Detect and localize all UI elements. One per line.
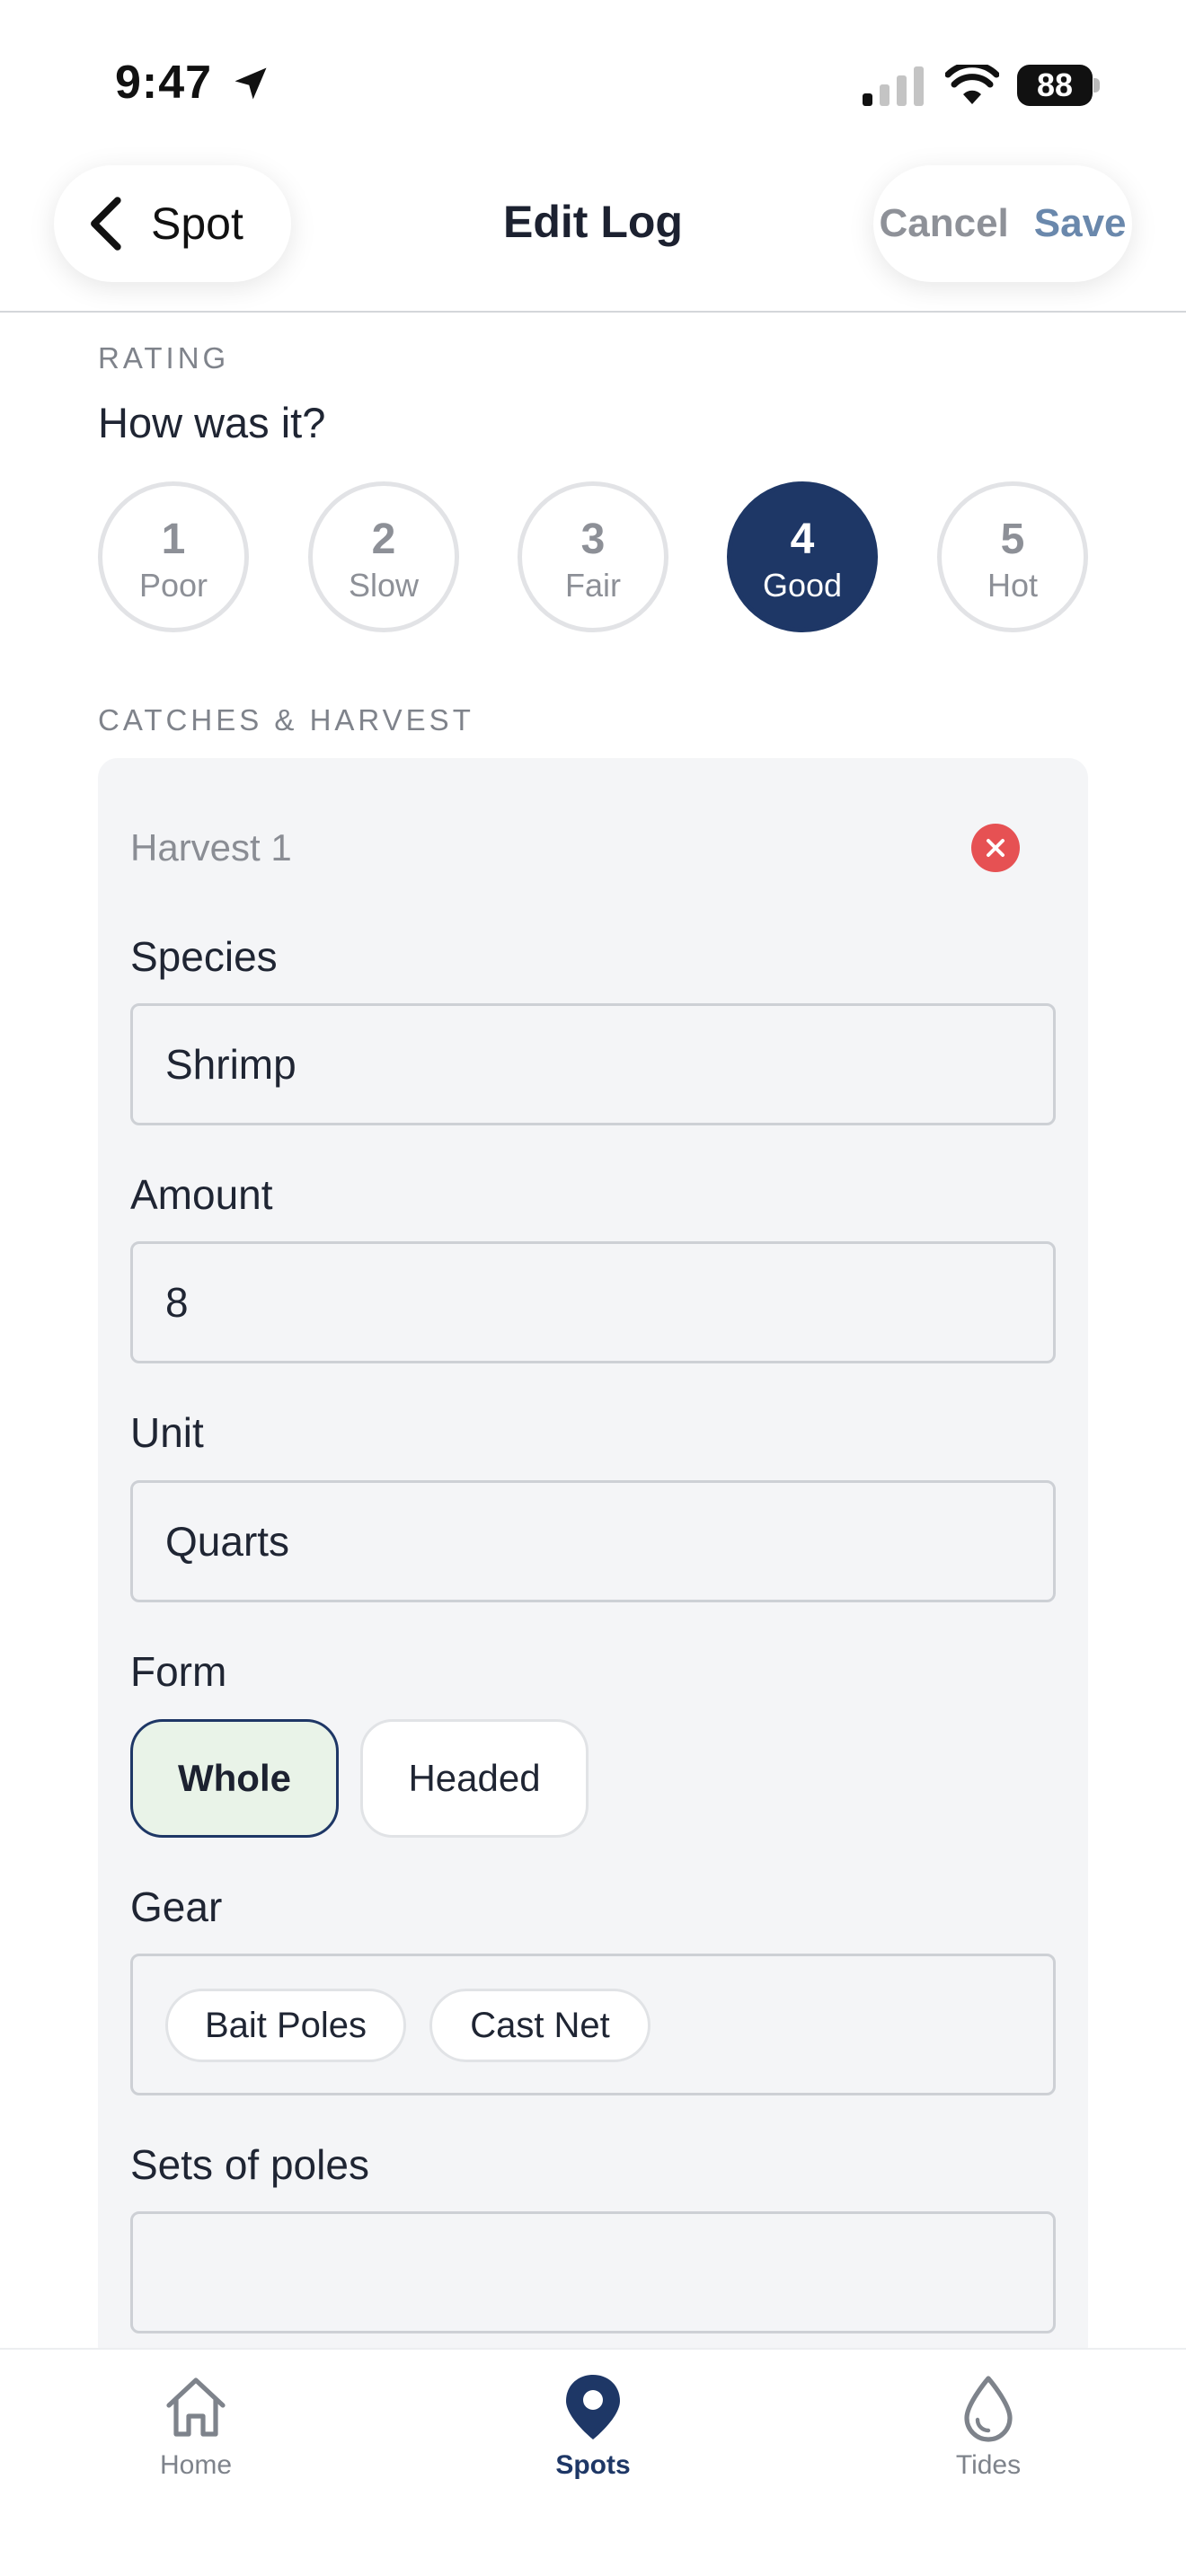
status-bar: 9:47 88 [0, 0, 1186, 153]
rating-label: Good [762, 567, 843, 604]
form-option-headed[interactable]: Headed [360, 1719, 589, 1838]
tab-bar: Home Spots Tides [0, 2348, 1186, 2576]
navigation-bar: Spot Edit Log Cancel Save [0, 153, 1186, 313]
home-icon [166, 2378, 226, 2437]
location-arrow-icon [235, 67, 267, 100]
nav-actions: Cancel Save [873, 165, 1132, 282]
rating-label: Poor [138, 567, 208, 604]
tab-home-label: Home [159, 2450, 233, 2480]
rating-option-2[interactable]: 2 Slow [308, 481, 459, 632]
gear-tag-cast-net[interactable]: Cast Net [429, 1989, 651, 2062]
remove-harvest-button[interactable] [971, 824, 1020, 872]
gear-tag-bait-poles[interactable]: Bait Poles [165, 1989, 406, 2062]
form-option-whole[interactable]: Whole [130, 1719, 339, 1838]
sets-of-poles-label: Sets of poles [130, 2141, 369, 2188]
water-drop-icon [964, 2376, 1013, 2442]
amount-label: Amount [130, 1171, 273, 1218]
rating-question: How was it? [98, 399, 326, 446]
save-button[interactable]: Save [1034, 201, 1127, 246]
map-pin-icon [566, 2375, 620, 2439]
rating-options: 1 Poor 2 Slow 3 Fair 4 Good 5 Hot [98, 481, 1088, 632]
harvest-card: Harvest 1 Species Shrimp Amount 8 Unit Q… [98, 758, 1088, 2366]
species-label: Species [130, 933, 278, 980]
unit-field[interactable]: Quarts [130, 1480, 1056, 1602]
sets-of-poles-field[interactable] [130, 2211, 1056, 2333]
harvest-card-title: Harvest 1 [130, 826, 292, 869]
rating-option-5[interactable]: 5 Hot [937, 481, 1088, 632]
close-icon [987, 839, 1005, 857]
tab-spots[interactable]: Spots [503, 2371, 683, 2481]
tab-home[interactable]: Home [106, 2371, 286, 2481]
amount-field[interactable]: 8 [130, 1241, 1056, 1363]
rating-label: Hot [987, 567, 1039, 604]
tab-tides[interactable]: Tides [898, 2371, 1078, 2481]
rating-number: 2 [371, 516, 396, 563]
rating-number: 4 [790, 516, 815, 563]
battery-level: 88 [1017, 65, 1093, 106]
tab-spots-label: Spots [555, 2450, 631, 2480]
cancel-button[interactable]: Cancel [879, 201, 1008, 246]
unit-label: Unit [130, 1409, 204, 1456]
battery-icon: 88 [1017, 65, 1100, 106]
form-label: Form [130, 1648, 227, 1695]
tab-tides-label: Tides [955, 2450, 1022, 2480]
catches-section-label: CATCHES & HARVEST [98, 703, 474, 737]
rating-label: Fair [565, 567, 621, 604]
rating-number: 1 [161, 516, 186, 563]
signal-icon [863, 66, 924, 106]
rating-option-1[interactable]: 1 Poor [98, 481, 249, 632]
gear-label: Gear [130, 1883, 223, 1930]
gear-field[interactable]: Bait Poles Cast Net [130, 1954, 1056, 2095]
rating-option-3[interactable]: 3 Fair [518, 481, 668, 632]
rating-number: 5 [1000, 516, 1025, 563]
species-field[interactable]: Shrimp [130, 1003, 1056, 1125]
rating-number: 3 [580, 516, 606, 563]
status-time: 9:47 [115, 57, 213, 109]
rating-section-label: RATING [98, 341, 230, 375]
rating-option-4[interactable]: 4 Good [727, 481, 878, 632]
wifi-icon [945, 65, 999, 104]
rating-label: Slow [348, 567, 420, 604]
